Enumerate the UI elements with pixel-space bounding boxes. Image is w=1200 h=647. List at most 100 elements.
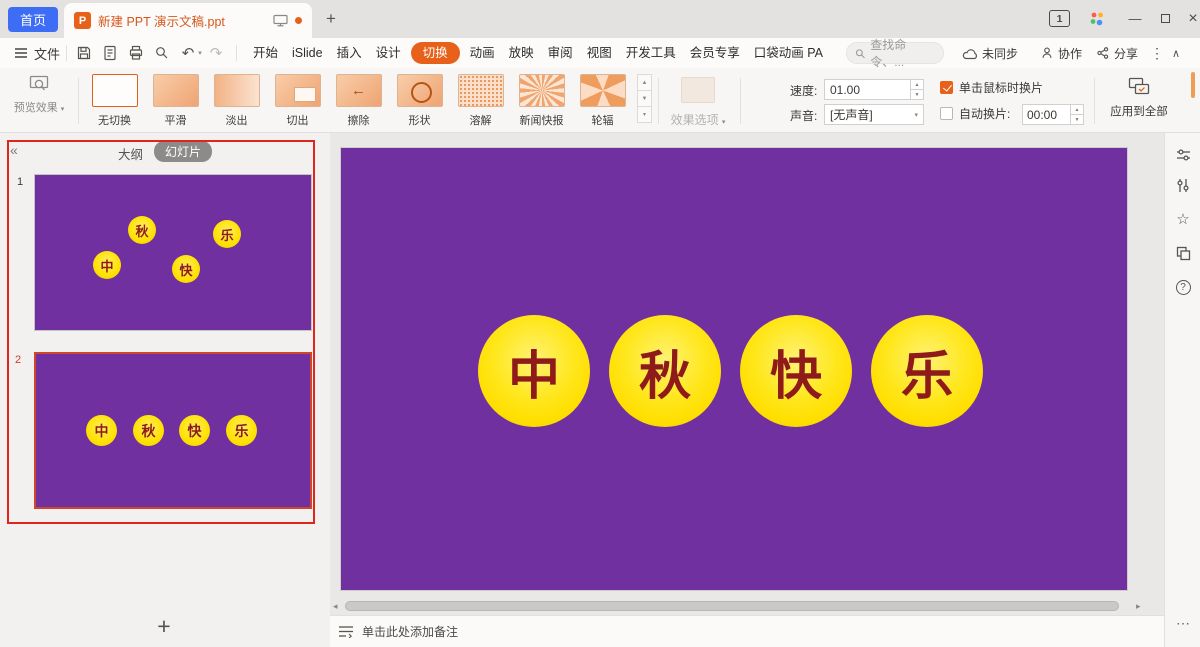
auto-advance-checkbox[interactable] — [940, 107, 953, 120]
maximize-button[interactable] — [1152, 5, 1178, 32]
auto-advance-spinner[interactable]: ▲ ▼ — [1070, 105, 1083, 124]
more-menu-button[interactable]: ⋮ — [1150, 38, 1164, 68]
transition-wipe[interactable]: ← 擦除 — [328, 74, 389, 128]
close-button[interactable]: × — [1180, 5, 1200, 32]
advance-on-click-checkbox[interactable] — [940, 81, 953, 94]
undo-dropdown-icon[interactable]: ▾ — [194, 43, 206, 63]
ribbon-scrollbar-thumb[interactable] — [1191, 72, 1195, 98]
speed-input[interactable]: ▲ ▼ — [824, 79, 924, 100]
help-icon[interactable]: ? — [1173, 277, 1193, 297]
editing-canvas: 中 秋 快 乐 ◂ ▸ — [330, 133, 1164, 615]
home-tab[interactable]: 首页 — [8, 7, 58, 32]
scroll-right-icon[interactable]: ▸ — [1136, 601, 1141, 612]
sound-select[interactable]: [无声音] ▾ — [824, 104, 924, 125]
redo-button[interactable]: ↷ — [206, 43, 226, 63]
festival-circle: 乐 — [213, 220, 241, 248]
scroll-left-icon[interactable]: ◂ — [333, 601, 338, 612]
transition-none[interactable]: 无切换 — [84, 74, 145, 128]
notes-bar[interactable]: 单击此处添加备注 — [330, 615, 1164, 647]
divider — [66, 45, 67, 61]
effect-options-button[interactable]: 效果选项 ▾ — [666, 77, 730, 128]
slide-1-number: 1 — [17, 176, 23, 188]
collapse-panel-button[interactable]: « — [10, 142, 18, 158]
gallery-scroll-down-button[interactable]: ▼ — [637, 90, 652, 107]
file-menu-button[interactable]: 文件 — [8, 38, 66, 68]
print-button[interactable] — [126, 43, 146, 63]
islide-star-icon[interactable]: ☆ — [1173, 209, 1193, 229]
properties-pane-icon[interactable] — [1173, 145, 1193, 165]
apply-to-all-button[interactable]: 应用到全部 — [1104, 77, 1174, 119]
ribbon-tabs: 开始 iSlide 插入 设计 切换 动画 放映 审阅 视图 开发工具 会员专享… — [246, 38, 830, 68]
festival-circle: 秋 — [133, 415, 164, 446]
auto-advance-time-value[interactable] — [1023, 105, 1069, 124]
speed-spinner[interactable]: ▲ ▼ — [910, 80, 923, 99]
export-pdf-button[interactable] — [100, 43, 120, 63]
collapse-ribbon-button[interactable]: ∧ — [1172, 38, 1180, 68]
minimize-button[interactable]: — — [1122, 5, 1148, 32]
transition-shape[interactable]: 形状 — [389, 74, 450, 128]
festival-circle-kuai[interactable]: 快 — [740, 315, 852, 427]
transition-dissolve-thumb — [458, 74, 504, 107]
tab-islide[interactable]: iSlide — [285, 38, 330, 68]
transition-morph[interactable]: 平滑 — [145, 74, 206, 128]
festival-circle: 中 — [93, 251, 121, 279]
festival-circle: 秋 — [128, 216, 156, 244]
new-tab-button[interactable]: + — [320, 8, 342, 30]
transition-fade[interactable]: 淡出 — [206, 74, 267, 128]
tab-animation[interactable]: 动画 — [463, 38, 502, 68]
tab-view[interactable]: 视图 — [580, 38, 619, 68]
time-spinner-down-icon[interactable]: ▼ — [1071, 115, 1083, 124]
sync-status-button[interactable]: 未同步 — [962, 38, 1018, 68]
preview-effect-button[interactable]: 预览效果 ▾ — [6, 75, 72, 115]
sound-value: [无声音] — [830, 106, 873, 123]
gallery-scroll-up-button[interactable]: ▲ — [637, 74, 652, 91]
tab-insert[interactable]: 插入 — [330, 38, 369, 68]
speed-value[interactable] — [825, 80, 909, 99]
festival-circle-zhong[interactable]: 中 — [478, 315, 590, 427]
window-count-badge[interactable]: 1 — [1049, 10, 1070, 27]
transition-dissolve[interactable]: 溶解 — [450, 74, 511, 128]
slide-2-thumbnail-selected[interactable]: 中 秋 快 乐 — [34, 352, 312, 509]
tab-review[interactable]: 审阅 — [541, 38, 580, 68]
speed-spinner-down-icon[interactable]: ▼ — [911, 90, 923, 99]
presenter-monitor-icon[interactable] — [273, 14, 288, 27]
layout-pane-icon[interactable] — [1173, 243, 1193, 263]
share-button[interactable]: 分享 — [1096, 38, 1138, 68]
tab-pocket-animation[interactable]: 口袋动画 PA — [747, 38, 830, 68]
gallery-more-button[interactable]: ▾ — [637, 106, 652, 123]
tab-design[interactable]: 设计 — [369, 38, 408, 68]
theme-skin-icon[interactable] — [1088, 10, 1106, 28]
festival-circle-qiu[interactable]: 秋 — [609, 315, 721, 427]
transition-wheel[interactable]: 轮辐 — [572, 74, 633, 128]
add-slide-button[interactable]: + — [146, 611, 182, 641]
tab-transitions[interactable]: 切换 — [411, 42, 460, 64]
maximize-icon — [1161, 14, 1170, 23]
animation-pane-icon[interactable] — [1173, 175, 1193, 195]
collaborate-button[interactable]: 协作 — [1040, 38, 1082, 68]
more-tools-icon[interactable]: ⋯ — [1173, 613, 1193, 633]
file-menu-label: 文件 — [34, 44, 60, 63]
slide-canvas[interactable]: 中 秋 快 乐 — [341, 148, 1127, 590]
transition-cut[interactable]: 切出 — [267, 74, 328, 128]
sync-label: 未同步 — [982, 45, 1018, 62]
tab-start[interactable]: 开始 — [246, 38, 285, 68]
search-icon — [855, 48, 865, 59]
tab-member[interactable]: 会员专享 — [683, 38, 747, 68]
time-spinner-up-icon[interactable]: ▲ — [1071, 105, 1083, 115]
save-button[interactable] — [74, 43, 94, 63]
auto-advance-time-input[interactable]: ▲ ▼ — [1022, 104, 1084, 125]
wipe-arrow-icon: ← — [351, 82, 366, 99]
festival-circle-le[interactable]: 乐 — [871, 315, 983, 427]
speed-spinner-up-icon[interactable]: ▲ — [911, 80, 923, 90]
tab-slides[interactable]: 幻灯片 — [154, 141, 212, 162]
tab-slideshow[interactable]: 放映 — [502, 38, 541, 68]
transition-newsflash[interactable]: 新闻快报 — [511, 74, 572, 128]
document-tab[interactable]: P 新建 PPT 演示文稿.ppt — [64, 3, 312, 38]
slide-1-thumbnail[interactable]: 秋 乐 中 快 — [34, 174, 312, 331]
tab-developer[interactable]: 开发工具 — [619, 38, 683, 68]
print-preview-button[interactable] — [152, 43, 172, 63]
unsaved-dot-icon — [295, 17, 302, 24]
tab-outline[interactable]: 大纲 — [118, 144, 143, 163]
horizontal-scrollbar[interactable] — [345, 601, 1119, 611]
command-search-input[interactable]: 查找命令、... — [846, 42, 944, 64]
